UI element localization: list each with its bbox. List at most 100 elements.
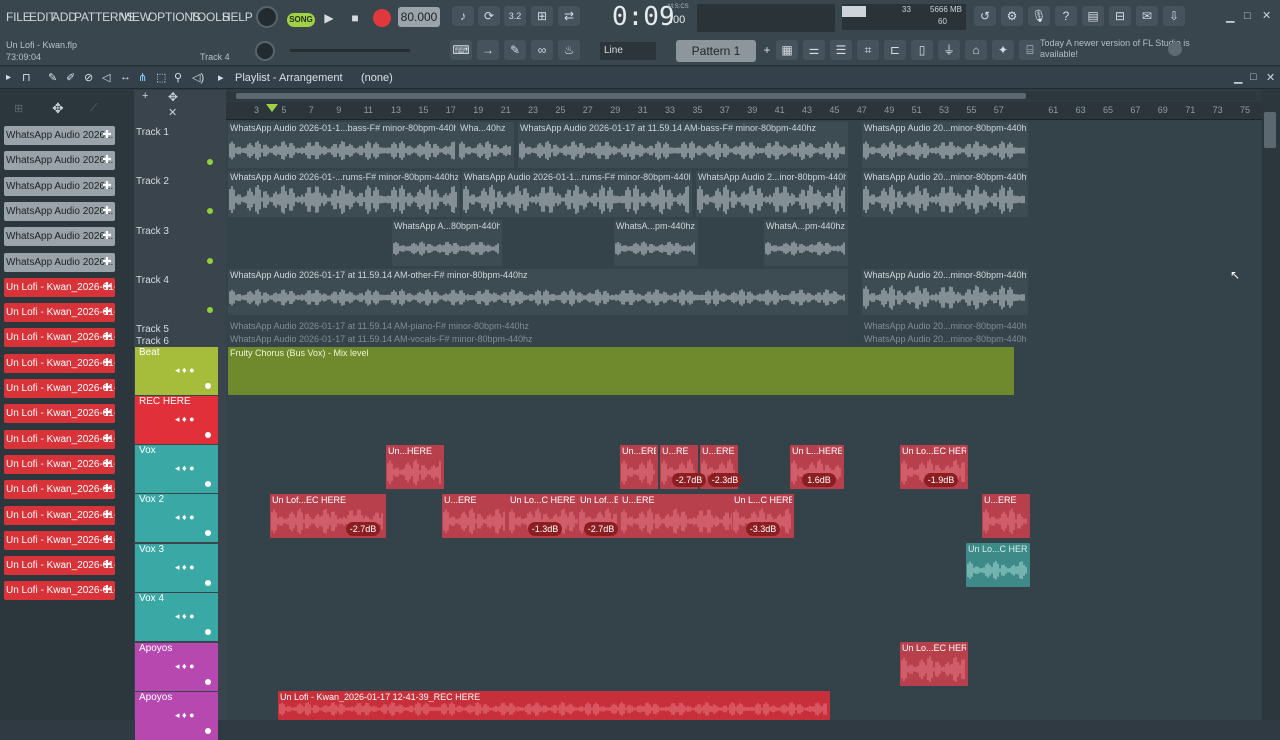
magnet-icon[interactable]: ⊓ bbox=[22, 71, 31, 84]
gain-badge[interactable]: -3.3dB bbox=[746, 522, 780, 536]
track-name[interactable]: Track 6 bbox=[134, 336, 218, 347]
track-controls-icon[interactable]: ◂ ♦ ● bbox=[175, 710, 195, 721]
picker-pin-icon[interactable]: ✚ bbox=[99, 506, 115, 525]
audio-clip[interactable]: WhatsApp Audio 2026-01-1...rums-F# minor… bbox=[462, 171, 692, 217]
gain-badge[interactable]: -1.9dB bbox=[924, 473, 958, 487]
track-name[interactable]: Track 4 bbox=[134, 275, 218, 286]
mixer-view-icon[interactable]: ☰ bbox=[830, 40, 852, 60]
track-move-icon[interactable]: ✥ bbox=[168, 90, 178, 104]
tempo-icon[interactable]: ⌂ bbox=[965, 40, 987, 60]
picker-pin-icon[interactable]: ✚ bbox=[99, 404, 115, 423]
track-header-vox2[interactable]: Vox 2 ◂ ♦ ● bbox=[135, 494, 218, 542]
picker-pin-icon[interactable]: ✚ bbox=[99, 531, 115, 550]
track-header-rec[interactable]: REC HERE ◂ ♦ ● bbox=[135, 396, 218, 444]
track-header-apoyos[interactable]: Apoyos ◂ ♦ ● bbox=[135, 643, 218, 691]
arrangement-arrow-icon[interactable]: ▸ bbox=[218, 71, 224, 84]
track-active-led[interactable] bbox=[207, 307, 213, 313]
track-header-vox3[interactable]: Vox 3 ◂ ♦ ● bbox=[135, 544, 218, 592]
slice-icon[interactable]: ⋔ bbox=[138, 71, 147, 84]
audio-clip[interactable]: U...ERE bbox=[442, 494, 508, 538]
track-name[interactable]: Track 3 bbox=[134, 226, 218, 237]
track-header-vox[interactable]: Vox ◂ ♦ ● bbox=[135, 445, 218, 493]
picker-pin-icon[interactable]: ✚ bbox=[99, 430, 115, 449]
track-header-beat[interactable]: Beat ◂ ♦ ● bbox=[135, 347, 218, 395]
snap-selector[interactable]: Line bbox=[600, 42, 656, 60]
picker-pin-icon[interactable]: ✚ bbox=[99, 202, 115, 221]
track-name[interactable]: Track 2 bbox=[134, 176, 218, 187]
audio-clip[interactable]: WhatsApp Audio 2026-01-1...bass-F# minor… bbox=[228, 122, 458, 168]
audio-clip[interactable]: WhatsApp Audio 2026-01-17 at 11.59.14 AM… bbox=[228, 320, 848, 332]
track-close-icon[interactable]: ✕ bbox=[168, 106, 177, 119]
undo-icon[interactable]: ↺ bbox=[974, 6, 996, 26]
slip-icon[interactable]: ↔ bbox=[120, 71, 131, 83]
minimize-icon[interactable]: ▁ bbox=[1226, 10, 1234, 23]
pin-icon[interactable]: ✦ bbox=[992, 40, 1014, 60]
audio-clip[interactable]: WhatsApp A...80bpm-440hz bbox=[392, 220, 502, 266]
audio-clip[interactable]: WhatsApp Audio 20...minor-80bpm-440hz bbox=[862, 122, 1028, 168]
track-active-led[interactable] bbox=[205, 530, 211, 536]
track-header-vox4[interactable]: Vox 4 ◂ ♦ ● bbox=[135, 593, 218, 641]
audio-clip[interactable]: WhatsApp Audio 2026-01-17 at 11.59.14 AM… bbox=[228, 333, 848, 345]
audio-clip[interactable]: WhatsA...pm-440hz bbox=[614, 220, 698, 266]
playlist-icon[interactable]: ▦ bbox=[776, 40, 798, 60]
master-volume-knob[interactable] bbox=[256, 6, 278, 28]
playlist-maximize-icon[interactable]: □ bbox=[1250, 71, 1257, 83]
record-button[interactable] bbox=[373, 9, 391, 27]
mic-icon[interactable]: 🎙 bbox=[1028, 6, 1050, 26]
browser-icon[interactable]: ⊏ bbox=[884, 40, 906, 60]
gain-badge[interactable]: -2.7dB bbox=[672, 473, 706, 487]
zoom-icon[interactable]: ⚲ bbox=[174, 71, 182, 84]
arrow-icon[interactable]: → bbox=[477, 40, 499, 60]
picker-move-icon[interactable]: ✥ bbox=[52, 100, 64, 117]
vertical-scroll-thumb[interactable] bbox=[1264, 112, 1276, 148]
update-icon[interactable] bbox=[1168, 42, 1182, 56]
picker-pin-icon[interactable]: ✚ bbox=[99, 126, 115, 145]
vertical-scrollbar[interactable] bbox=[1262, 90, 1280, 720]
piano-view-icon[interactable]: ⌗ bbox=[857, 40, 879, 60]
timeline-ruler[interactable]: 3 5 7 9 11 13 15 17 19 21 23 25 27 29 31 33 35 37 39 41 43 45… bbox=[226, 102, 1262, 120]
file-icon[interactable]: ▯ bbox=[911, 40, 933, 60]
track-controls-icon[interactable]: ◂ ♦ ● bbox=[175, 365, 195, 376]
step-edit-icon[interactable]: ⊞ bbox=[531, 6, 553, 26]
audio-clip[interactable]: WhatsApp Audio 20...minor-80bpm-440hz bbox=[862, 320, 1028, 332]
audio-clip[interactable]: WhatsApp Audio 20...minor-80bpm-440hz bbox=[862, 171, 1028, 217]
picker-pin-icon[interactable]: ✚ bbox=[99, 556, 115, 575]
gain-badge[interactable]: -2.7dB bbox=[584, 522, 618, 536]
delete-icon[interactable]: ⊘ bbox=[84, 71, 93, 84]
download-icon[interactable]: ⇩ bbox=[1163, 6, 1185, 26]
play-button[interactable]: ▶ bbox=[318, 8, 340, 28]
track-active-led[interactable] bbox=[205, 728, 211, 734]
playback-icon[interactable]: ◁) bbox=[192, 71, 204, 84]
track-active-led[interactable] bbox=[205, 383, 211, 389]
plugin-icon[interactable]: ⊟ bbox=[1109, 6, 1131, 26]
audio-clip[interactable]: Un Lo...EC HERE bbox=[900, 642, 968, 686]
gain-badge[interactable]: -1.3dB bbox=[528, 522, 562, 536]
track-active-led[interactable] bbox=[207, 159, 213, 165]
playlist-minimize-icon[interactable]: ▁ bbox=[1234, 71, 1242, 84]
horizontal-scroll-thumb[interactable] bbox=[236, 93, 1026, 99]
track-name[interactable]: Track 1 bbox=[134, 127, 218, 138]
add-pattern-icon[interactable]: + bbox=[756, 40, 778, 60]
channel-rack-icon[interactable]: ⚌ bbox=[803, 40, 825, 60]
pitch-knob[interactable] bbox=[255, 41, 275, 61]
picker-pin-icon[interactable]: ✚ bbox=[99, 278, 115, 297]
picker-tool-icon[interactable]: ⊞ bbox=[14, 102, 23, 115]
audio-clip[interactable]: Wha...40hz bbox=[458, 122, 514, 168]
track-active-led[interactable] bbox=[207, 258, 213, 264]
picker-pin-icon[interactable]: ✚ bbox=[99, 581, 115, 600]
picker-pin-icon[interactable]: ✚ bbox=[99, 151, 115, 170]
audio-clip[interactable]: WhatsA...pm-440hz bbox=[764, 220, 848, 266]
track-controls-icon[interactable]: ◂ ♦ ● bbox=[175, 562, 195, 573]
select-icon[interactable]: ⬚ bbox=[156, 71, 166, 84]
audio-clip[interactable]: U...ERE bbox=[982, 494, 1030, 538]
track-active-led[interactable] bbox=[205, 432, 211, 438]
audio-clip[interactable]: WhatsApp Audio 2...inor-80bpm-440hz bbox=[696, 171, 848, 217]
audio-clip[interactable]: Un Lofi - Kwan_2026-01-17 12-41-39_REC H… bbox=[278, 691, 830, 720]
paint-icon[interactable]: ✐ bbox=[66, 71, 75, 84]
maximize-icon[interactable]: □ bbox=[1244, 10, 1251, 22]
gain-badge[interactable]: -2.3dB bbox=[708, 473, 742, 487]
track-header-apoyos2[interactable]: Apoyos ◂ ♦ ● bbox=[135, 692, 218, 740]
audio-clip[interactable]: WhatsApp Audio 20...minor-80bpm-440hz bbox=[862, 333, 1028, 345]
picker-pin-icon[interactable]: ✚ bbox=[99, 303, 115, 322]
arrangement-grid[interactable]: WhatsApp Audio 2026-01-1...bass-F# minor… bbox=[226, 120, 1262, 720]
